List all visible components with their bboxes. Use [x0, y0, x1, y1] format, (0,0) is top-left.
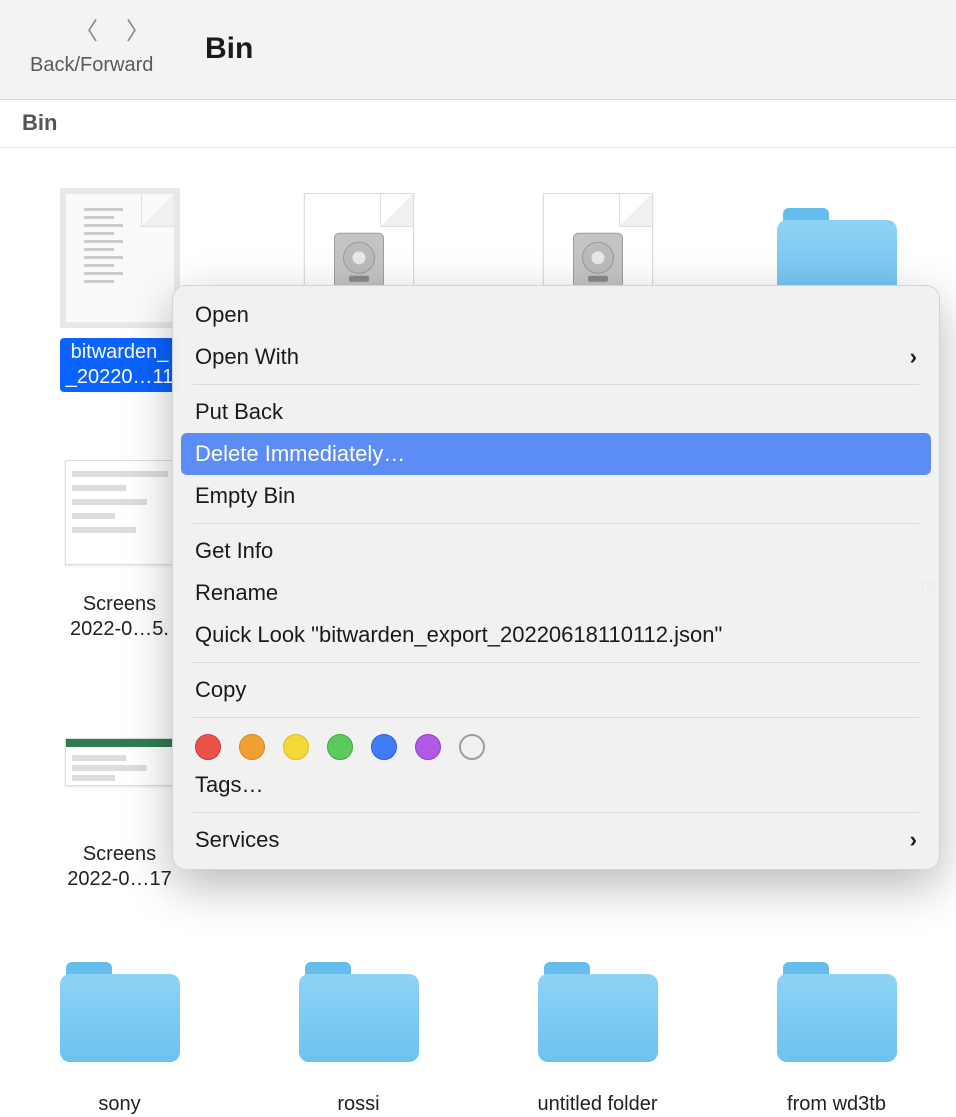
menu-tags[interactable]: Tags…: [173, 764, 939, 806]
tag-orange[interactable]: [239, 734, 265, 760]
menu-separator: [193, 717, 919, 718]
chevron-right-icon: ›: [910, 827, 917, 853]
folder-icon: [538, 962, 658, 1062]
forward-icon[interactable]: 〉: [126, 20, 150, 44]
tag-color-row: [173, 724, 939, 764]
file-label: Screens2022-0…17: [67, 842, 172, 892]
menu-quick-look[interactable]: Quick Look "bitwarden_export_20220618110…: [173, 614, 939, 656]
menu-separator: [193, 523, 919, 524]
menu-separator: [193, 662, 919, 663]
path-bar: Bin: [0, 100, 956, 148]
nav-label: Back/Forward: [30, 54, 153, 77]
menu-rename[interactable]: Rename: [173, 572, 939, 614]
menu-empty-bin[interactable]: Empty Bin: [173, 475, 939, 517]
file-label: from wd3tb: [787, 1092, 886, 1117]
menu-separator: [193, 812, 919, 813]
folder-item[interactable]: rossi: [259, 942, 458, 1117]
folder-item[interactable]: untitled folder: [498, 942, 697, 1117]
context-menu: Open Open With › Put Back Delete Immedia…: [172, 285, 940, 870]
tag-yellow[interactable]: [283, 734, 309, 760]
tag-green[interactable]: [327, 734, 353, 760]
file-label: untitled folder: [537, 1092, 657, 1117]
menu-get-info[interactable]: Get Info: [173, 530, 939, 572]
tag-none[interactable]: [459, 734, 485, 760]
menu-delete-immediately[interactable]: Delete Immediately…: [181, 433, 931, 475]
chevron-right-icon: ›: [910, 344, 917, 370]
json-file-icon: [65, 193, 175, 323]
screenshot-icon: [65, 738, 175, 786]
tag-blue[interactable]: [371, 734, 397, 760]
menu-copy[interactable]: Copy: [173, 669, 939, 711]
file-label: bitwarden__20220…11: [60, 338, 180, 392]
tag-red[interactable]: [195, 734, 221, 760]
nav-group: 〈 〉 Back/Forward: [30, 20, 190, 77]
menu-put-back[interactable]: Put Back: [173, 391, 939, 433]
file-label: Screens2022-0…5.: [70, 592, 169, 642]
folder-icon: [299, 962, 419, 1062]
file-label: rossi: [337, 1092, 379, 1117]
menu-open-with[interactable]: Open With ›: [173, 336, 939, 378]
file-label: sony: [98, 1092, 140, 1117]
back-icon[interactable]: 〈: [74, 20, 98, 44]
window-title: Bin: [205, 32, 253, 66]
folder-item[interactable]: sony: [20, 942, 219, 1117]
folder-icon: [60, 962, 180, 1062]
menu-open[interactable]: Open: [173, 294, 939, 336]
menu-separator: [193, 384, 919, 385]
path-current: Bin: [22, 110, 57, 135]
screenshot-icon: [65, 460, 175, 565]
folder-item[interactable]: from wd3tb: [737, 942, 936, 1117]
folder-icon: [777, 962, 897, 1062]
toolbar: 〈 〉 Back/Forward Bin: [0, 0, 956, 100]
tag-purple[interactable]: [415, 734, 441, 760]
menu-services[interactable]: Services ›: [173, 819, 939, 861]
